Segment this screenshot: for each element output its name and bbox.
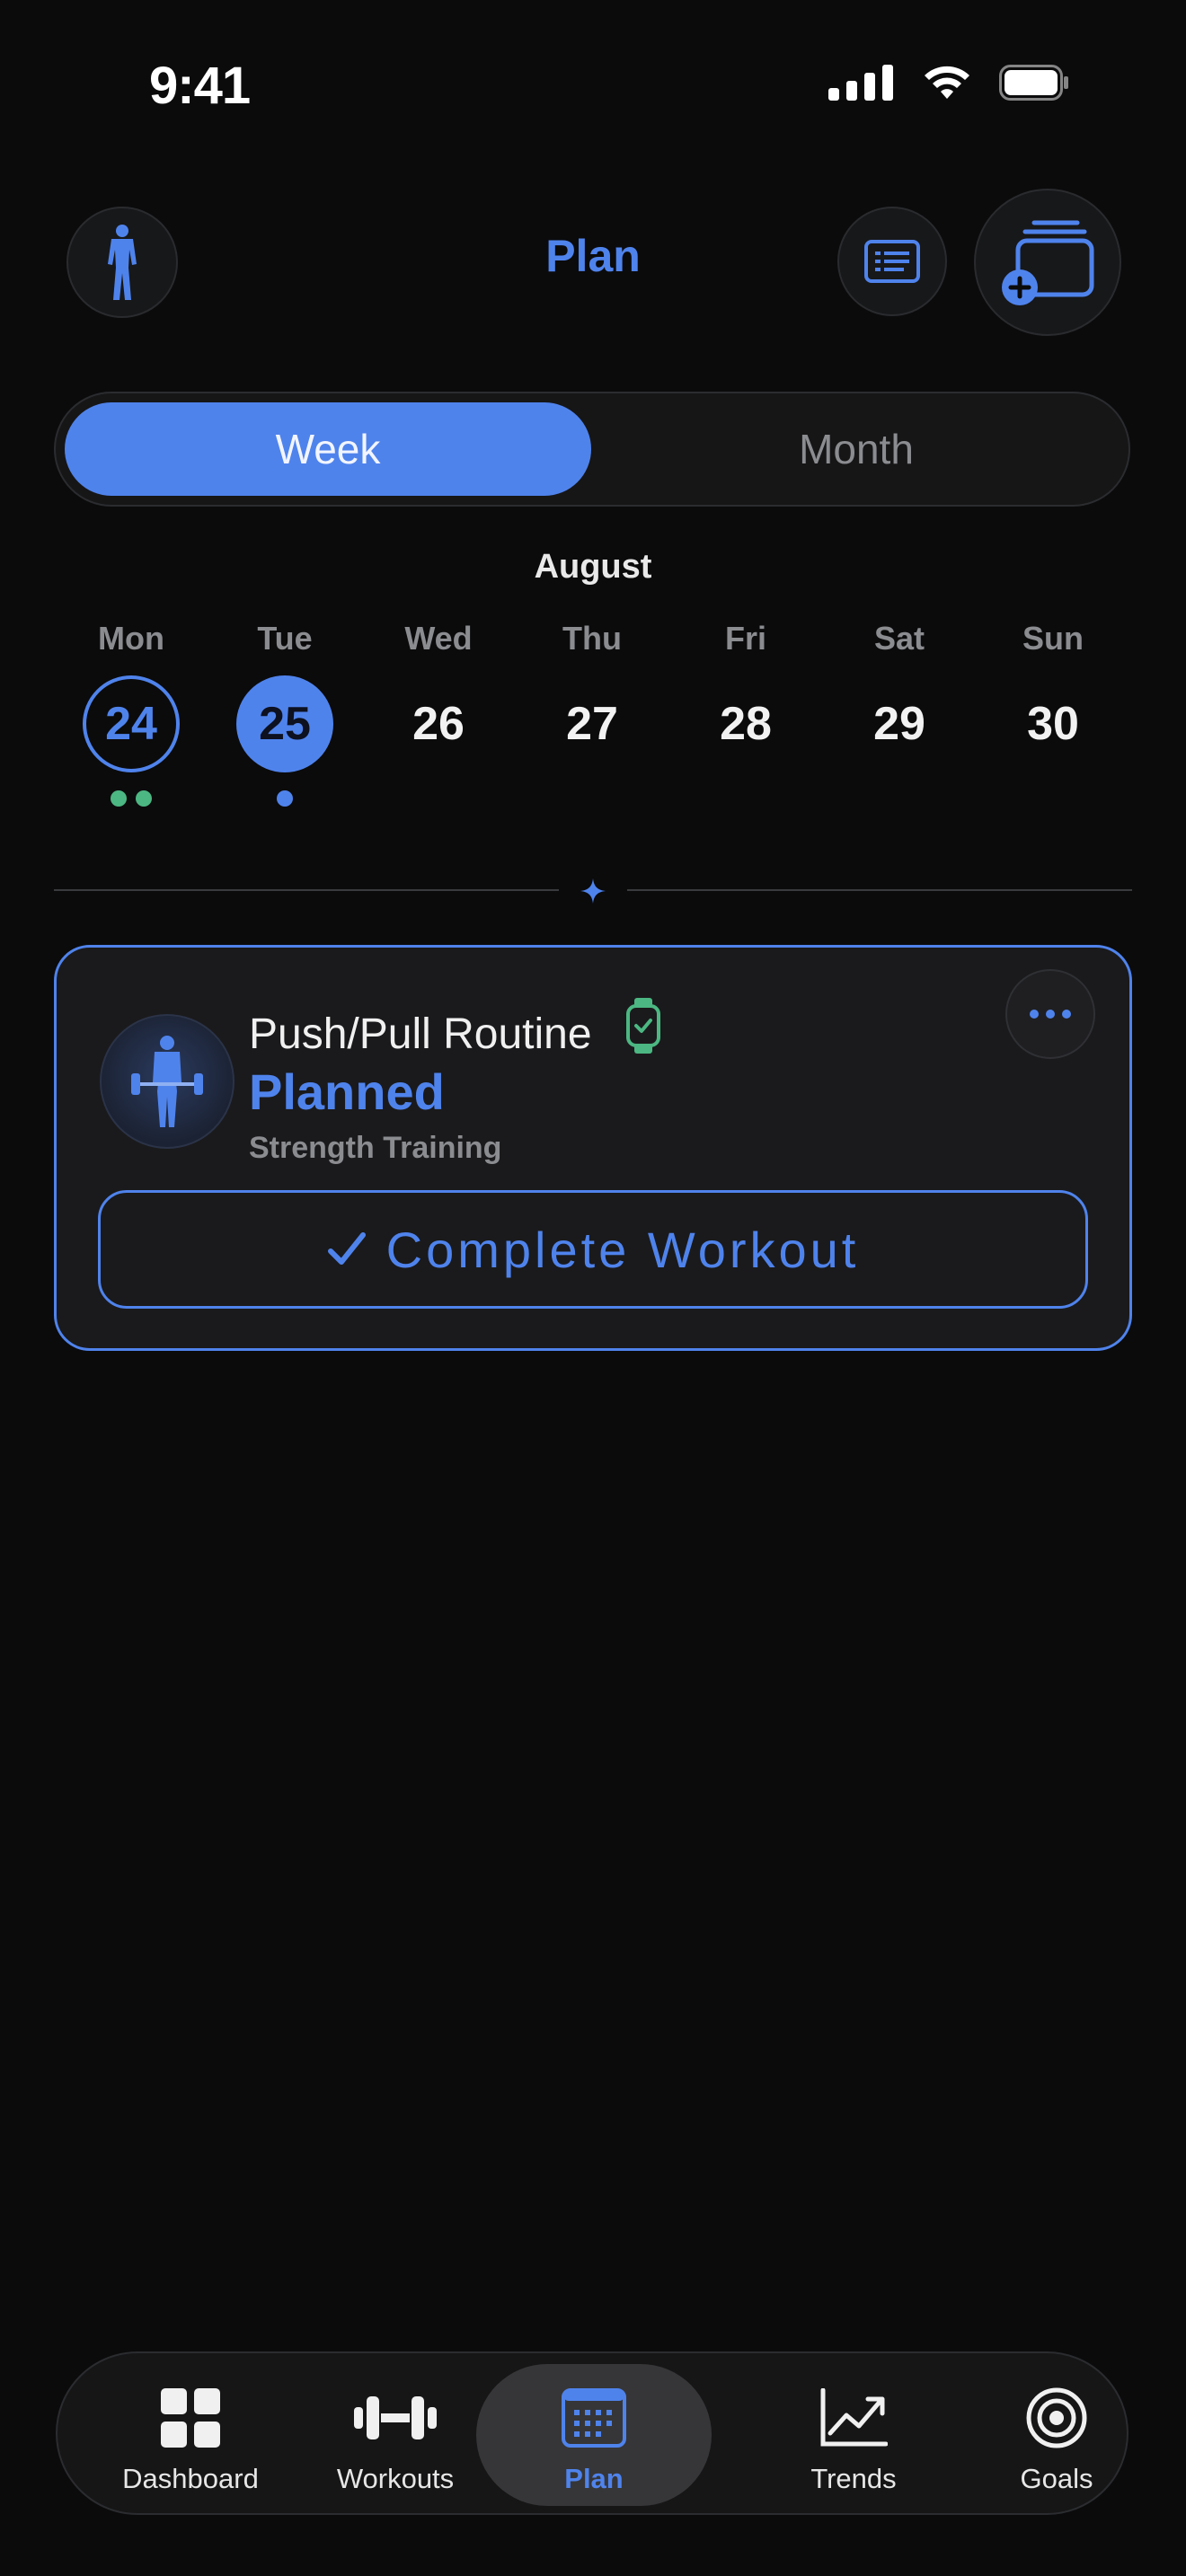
list-view-button[interactable] xyxy=(837,207,947,316)
add-workout-button[interactable] xyxy=(974,189,1121,336)
planned-dot xyxy=(277,790,293,807)
complete-workout-label: Complete Workout xyxy=(385,1221,860,1278)
day-name: Fri xyxy=(724,620,766,657)
tab-plan[interactable]: Plan xyxy=(476,2364,712,2506)
day-number: 28 xyxy=(720,698,772,750)
day-name: Thu xyxy=(562,620,622,657)
status-time: 9:41 xyxy=(149,57,251,115)
list-document-icon xyxy=(864,240,920,283)
more-dot xyxy=(1046,1010,1055,1019)
battery-icon xyxy=(999,65,1068,101)
divider-left xyxy=(54,889,559,891)
month-label: August xyxy=(534,548,652,586)
day-sun[interactable]: Sun 30 xyxy=(986,620,1120,772)
completed-dot xyxy=(111,790,127,807)
workout-card[interactable]: Push/Pull Routine Planned Strength Train… xyxy=(54,945,1132,1351)
tab-dashboard[interactable]: Dashboard xyxy=(88,2353,293,2513)
day-number: 30 xyxy=(1027,698,1079,750)
workout-avatar xyxy=(100,1014,235,1149)
workout-type: Strength Training xyxy=(249,1131,502,1165)
status-icons xyxy=(828,65,1069,101)
day-number: 29 xyxy=(873,698,925,750)
day-mon[interactable]: Mon 24 xyxy=(64,620,199,807)
weightlifter-icon xyxy=(131,1036,203,1127)
more-dot xyxy=(1062,1010,1071,1019)
day-number: 25 xyxy=(236,675,333,772)
sparkle-icon xyxy=(580,878,606,904)
more-options-button[interactable] xyxy=(1005,969,1095,1059)
day-tue[interactable]: Tue 25 xyxy=(217,620,352,807)
dumbbell-icon xyxy=(354,2396,437,2439)
day-name: Wed xyxy=(404,620,473,657)
grid-icon xyxy=(161,2388,220,2448)
checkmark-icon xyxy=(327,1232,366,1265)
day-sat[interactable]: Sat 29 xyxy=(832,620,967,772)
day-name: Tue xyxy=(257,620,313,657)
trend-chart-icon xyxy=(820,2388,888,2447)
day-fri[interactable]: Fri 28 xyxy=(678,620,813,772)
calendar-icon xyxy=(562,2388,626,2448)
workout-title: Push/Pull Routine xyxy=(249,998,661,1059)
tab-label: Dashboard xyxy=(122,2463,259,2494)
watch-check-icon xyxy=(625,998,660,1054)
segment-week[interactable]: Week xyxy=(65,402,591,496)
day-indicators xyxy=(217,790,352,807)
target-icon xyxy=(1026,2387,1087,2448)
workout-title-text: Push/Pull Routine xyxy=(249,1010,592,1058)
tab-label: Trends xyxy=(810,2463,897,2494)
view-segmented-control: Week Month xyxy=(54,392,1130,507)
more-dot xyxy=(1030,1010,1039,1019)
day-name: Sun xyxy=(1022,620,1084,657)
tab-trends[interactable]: Trends xyxy=(751,2353,956,2513)
day-name: Mon xyxy=(98,620,164,657)
complete-workout-button[interactable]: Complete Workout xyxy=(98,1190,1088,1309)
day-wed[interactable]: Wed 26 xyxy=(371,620,506,772)
tab-label: Workouts xyxy=(336,2463,455,2494)
day-number: 24 xyxy=(83,675,180,772)
divider-right xyxy=(627,889,1132,891)
day-indicators xyxy=(64,790,199,807)
tab-label: Goals xyxy=(1020,2463,1093,2494)
completed-dot xyxy=(136,790,152,807)
day-name: Sat xyxy=(873,620,925,657)
add-stack-icon xyxy=(1002,220,1094,305)
day-number: 26 xyxy=(412,698,465,750)
tab-label: Plan xyxy=(564,2463,624,2494)
day-thu[interactable]: Thu 27 xyxy=(525,620,659,772)
tab-bar: Dashboard Workouts Plan Trends Goals xyxy=(56,2351,1128,2515)
tab-workouts[interactable]: Workouts xyxy=(293,2353,498,2513)
wifi-icon xyxy=(925,66,969,99)
segment-month[interactable]: Month xyxy=(593,402,1120,496)
workout-status: Planned xyxy=(249,1063,445,1120)
tab-goals[interactable]: Goals xyxy=(954,2353,1159,2513)
day-number: 27 xyxy=(566,698,618,750)
cellular-signal-icon xyxy=(828,65,893,101)
